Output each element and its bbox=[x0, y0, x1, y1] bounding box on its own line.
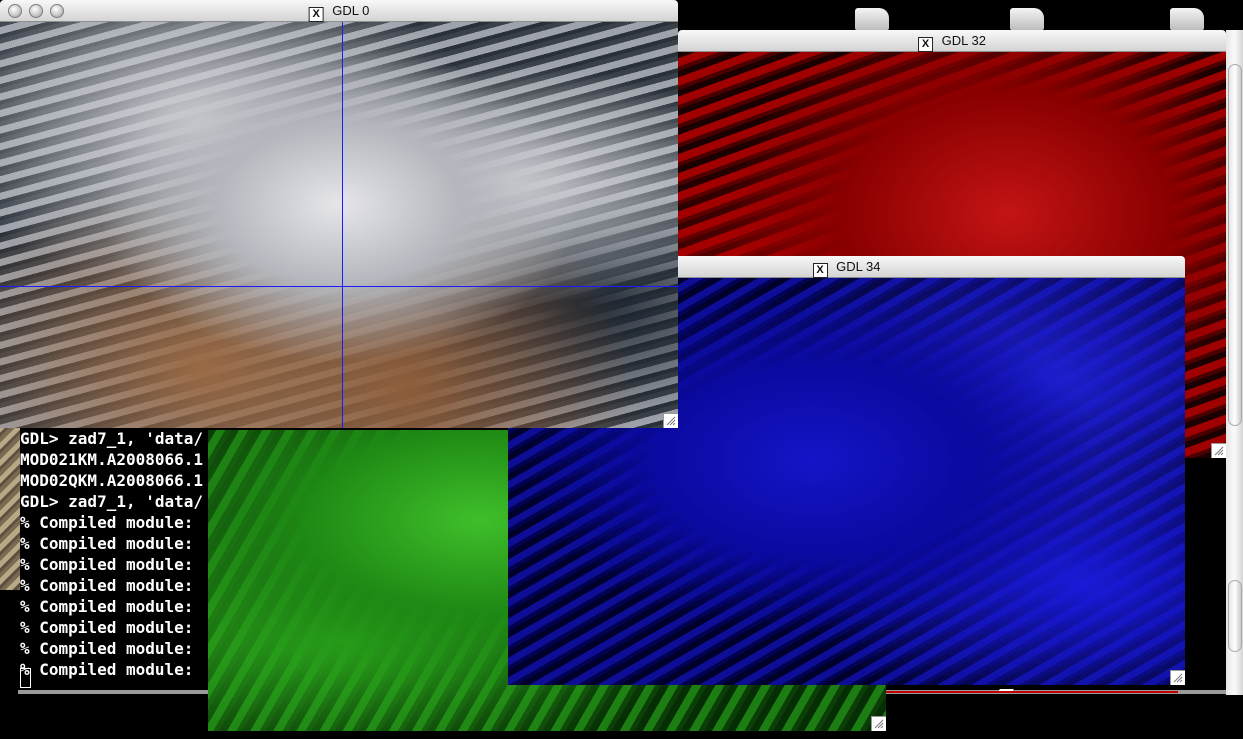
resize-grip-icon[interactable] bbox=[663, 413, 678, 428]
resize-grip-icon[interactable] bbox=[1170, 670, 1185, 685]
resize-grip-icon[interactable] bbox=[1211, 443, 1226, 458]
window-title: GDL 32 bbox=[941, 33, 986, 48]
terminal-line: % Compiled module: bbox=[20, 555, 204, 574]
terminal-line: GDL> zad7_1, 'data/ bbox=[20, 492, 204, 511]
terminal-line: MOD021KM.A2008066.1 bbox=[20, 450, 204, 469]
crosshair-vertical-line bbox=[342, 22, 343, 428]
window-titlebar[interactable]: X GDL 0 bbox=[0, 0, 678, 22]
terminal-vertical-scrollbar[interactable] bbox=[1226, 30, 1243, 695]
terminal-line: % Compiled module: bbox=[20, 618, 204, 637]
terminal-line: % Compiled module: bbox=[20, 576, 204, 595]
scrollbar-thumb-lower[interactable] bbox=[1228, 580, 1242, 652]
desktop-drive-icon[interactable] bbox=[1170, 8, 1204, 30]
desktop-drive-icon[interactable] bbox=[1010, 8, 1044, 30]
terminal-line: % Compiled module: bbox=[20, 660, 204, 679]
x11-window-icon: X bbox=[812, 263, 828, 278]
terminal-line: % Compiled module: bbox=[20, 513, 204, 532]
gdl-0-window[interactable]: X GDL 0 bbox=[0, 0, 678, 428]
terminal-output: GDL> zad7_1, 'data/ MOD021KM.A2008066.1 … bbox=[20, 428, 203, 680]
window-title: GDL 34 bbox=[836, 259, 881, 274]
terminal-line: % Compiled module: bbox=[20, 597, 204, 616]
desktop-drive-icon[interactable] bbox=[855, 8, 889, 30]
zoom-button-icon[interactable] bbox=[50, 4, 64, 18]
terminal-line: % Compiled module: bbox=[20, 639, 204, 658]
red-divider-line bbox=[886, 691, 1178, 693]
window-titlebar[interactable]: X GDL 32 bbox=[678, 30, 1226, 52]
close-button-icon[interactable] bbox=[8, 4, 22, 18]
window-title: GDL 0 bbox=[332, 3, 370, 18]
x11-window-icon: X bbox=[308, 7, 324, 22]
minimize-button-icon[interactable] bbox=[29, 4, 43, 18]
scrollbar-thumb[interactable] bbox=[1228, 64, 1242, 426]
grayscale-satellite-image[interactable] bbox=[0, 22, 678, 428]
crosshair-horizontal-line bbox=[0, 286, 678, 287]
resize-grip-icon[interactable] bbox=[871, 716, 886, 731]
terminal-cursor bbox=[20, 668, 31, 688]
x11-window-icon: X bbox=[918, 37, 934, 52]
terminal-line: MOD02QKM.A2008066.1 bbox=[20, 471, 204, 490]
desktop-wallpaper-fragment bbox=[0, 420, 20, 590]
terminal-line: % Compiled module: bbox=[20, 534, 204, 553]
terminal-line: GDL> zad7_1, 'data/ bbox=[20, 429, 204, 448]
